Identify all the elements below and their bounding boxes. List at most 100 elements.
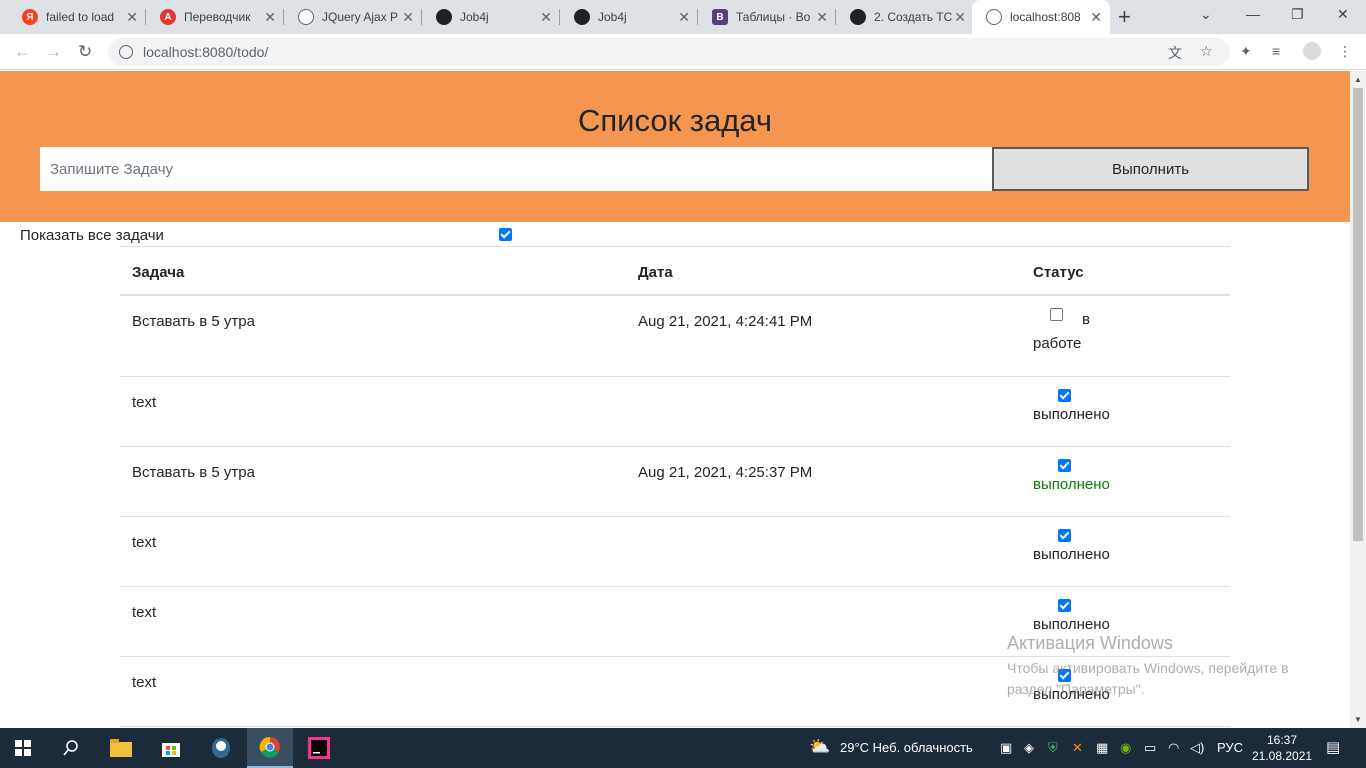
tab-title: failed to load — [46, 10, 115, 24]
globe-icon — [298, 9, 314, 25]
browser-toolbar: ← → ↻ localhost:8080/todo/ 文 ☆ ✦ ≡ ⋮ — [0, 34, 1366, 70]
table-row: text выполнено — [120, 517, 1230, 587]
table-row: Вставать в 5 утра Aug 21, 2021, 4:25:37 … — [120, 447, 1230, 517]
app-tray-icon[interactable]: ◈ — [1024, 740, 1034, 756]
pgadmin-icon[interactable] — [198, 728, 244, 768]
notifications-icon[interactable]: ▤ — [1326, 738, 1340, 756]
url-text: localhost:8080/todo/ — [143, 44, 269, 60]
nvidia-icon[interactable]: ◉ — [1120, 740, 1131, 756]
scroll-up-icon[interactable]: ▲ — [1354, 75, 1362, 84]
clock-time: 16:37 — [1266, 733, 1298, 747]
media-control-icon[interactable]: ≡ — [1272, 43, 1280, 59]
scrollbar-thumb[interactable] — [1353, 88, 1363, 541]
header-task: Задача — [132, 264, 185, 281]
bookmark-star-icon[interactable]: ☆ — [1200, 43, 1213, 60]
submit-button[interactable]: Выполнить — [992, 147, 1309, 191]
watermark-title: Активация Windows — [1007, 633, 1173, 653]
browser-tab[interactable]: B Таблицы · Bo ✕ — [698, 0, 836, 34]
store-icon[interactable] — [148, 728, 194, 768]
status-checkbox[interactable] — [1058, 459, 1071, 472]
watermark-text: Чтобы активировать Windows, перейдите в … — [1007, 660, 1289, 697]
task-input-placeholder: Запишите Задачу — [50, 160, 174, 178]
address-bar[interactable]: localhost:8080/todo/ — [108, 38, 1230, 66]
browser-tab[interactable]: Job4j ✕ — [560, 0, 698, 34]
intellij-icon[interactable] — [296, 728, 342, 768]
tab-title: Job4j — [460, 10, 489, 24]
reload-icon[interactable]: ↻ — [78, 42, 92, 62]
date-cell: Aug 21, 2021, 4:24:41 PM — [638, 313, 813, 330]
date-cell: Aug 21, 2021, 4:25:37 PM — [638, 464, 813, 481]
menu-icon[interactable]: ⋮ — [1338, 43, 1352, 60]
browser-tab[interactable]: Я failed to load ✕ — [8, 0, 146, 34]
globe-icon — [986, 9, 1002, 25]
plus-icon[interactable]: + — [1118, 4, 1131, 30]
close-tab-icon[interactable]: ✕ — [540, 9, 552, 26]
show-all-label: Показать все задачи — [20, 227, 164, 244]
tray-box-icon[interactable]: ▦ — [1096, 740, 1108, 756]
close-tab-icon[interactable]: ✕ — [678, 9, 690, 26]
task-input[interactable]: Запишите Задачу — [40, 147, 992, 191]
browser-tab[interactable]: A Переводчик ✕ — [146, 0, 284, 34]
profile-avatar-icon[interactable] — [1303, 42, 1321, 60]
clock-date: 21.08.2021 — [1252, 749, 1313, 763]
weather-icon: ⛅ — [809, 737, 831, 756]
clock[interactable]: 16:37 21.08.2021 — [1252, 732, 1312, 764]
close-tab-icon[interactable]: ✕ — [126, 9, 138, 26]
close-tab-icon[interactable]: ✕ — [402, 9, 414, 26]
task-cell: text — [132, 534, 157, 551]
tab-title: 2. Создать TC — [874, 10, 953, 24]
site-info-icon[interactable] — [119, 45, 133, 59]
submit-button-label: Выполнить — [1111, 160, 1190, 178]
search-icon[interactable] — [48, 728, 94, 768]
extensions-icon[interactable]: ✦ — [1240, 43, 1252, 60]
tab-title: Job4j — [598, 10, 627, 24]
yandex-icon: Я — [22, 9, 38, 25]
weather-text[interactable]: 29°C Неб. облачность — [840, 740, 973, 755]
intellij-tray-icon[interactable]: ▣ — [1000, 740, 1012, 756]
table-row: text выполнено — [120, 377, 1230, 447]
browser-tab[interactable]: 2. Создать TC ✕ — [836, 0, 974, 34]
table-row: Вставать в 5 утра Aug 21, 2021, 4:24:41 … — [120, 296, 1230, 377]
battery-icon[interactable]: ▭ — [1144, 740, 1156, 756]
start-icon[interactable] — [0, 728, 46, 768]
close-tab-icon[interactable]: ✕ — [1090, 9, 1102, 26]
browser-tab[interactable]: Job4j ✕ — [422, 0, 560, 34]
volume-icon[interactable]: ◁) — [1190, 740, 1204, 756]
page-scrollbar[interactable]: ▲ ▼ — [1350, 71, 1366, 728]
windows-taskbar: ⛅ 29°C Неб. облачность ▣ ◈ ⛨ ✕ ▦ ◉ ▭ ◠ ◁… — [0, 728, 1366, 768]
restore-icon[interactable]: ❐ — [1291, 6, 1304, 23]
tray-app-icon[interactable]: ✕ — [1072, 740, 1083, 756]
github-icon — [850, 9, 866, 25]
close-window-icon[interactable]: ✕ — [1337, 6, 1349, 23]
task-cell: text — [132, 604, 157, 621]
tab-search-icon[interactable]: ⌄ — [1200, 6, 1212, 23]
close-tab-icon[interactable]: ✕ — [954, 9, 966, 26]
bootstrap-icon: B — [712, 9, 728, 25]
browser-tab[interactable]: JQuery Ajax P ✕ — [284, 0, 422, 34]
tab-title: Таблицы · Bo — [736, 10, 811, 24]
show-all-checkbox[interactable] — [499, 228, 512, 241]
task-cell: Вставать в 5 утра — [132, 464, 255, 481]
close-tab-icon[interactable]: ✕ — [264, 9, 276, 26]
task-cell: Вставать в 5 утра — [132, 313, 255, 330]
header-status: Статус — [1033, 264, 1084, 281]
minimize-icon[interactable]: — — [1246, 6, 1260, 22]
status-checkbox[interactable] — [1058, 389, 1071, 402]
back-icon[interactable]: ← — [14, 42, 31, 62]
language-indicator[interactable]: РУС — [1217, 740, 1243, 755]
scroll-down-icon[interactable]: ▼ — [1354, 715, 1362, 724]
status-checkbox[interactable] — [1058, 529, 1071, 542]
network-icon[interactable]: ◠ — [1168, 740, 1179, 756]
translator-icon: A — [160, 9, 176, 25]
browser-tab-active[interactable]: localhost:808 ✕ — [972, 0, 1110, 34]
security-shield-icon[interactable]: ⛨ — [1048, 740, 1058, 756]
forward-icon[interactable]: → — [45, 42, 62, 62]
file-explorer-icon[interactable] — [98, 728, 144, 768]
status-checkbox[interactable] — [1058, 599, 1071, 612]
translate-icon[interactable]: 文 — [1168, 43, 1182, 63]
close-tab-icon[interactable]: ✕ — [816, 9, 828, 26]
tab-title: JQuery Ajax P — [322, 10, 399, 24]
chrome-icon[interactable] — [247, 728, 293, 768]
status-text: выполнено — [1033, 406, 1110, 423]
header-date: Дата — [638, 264, 673, 281]
